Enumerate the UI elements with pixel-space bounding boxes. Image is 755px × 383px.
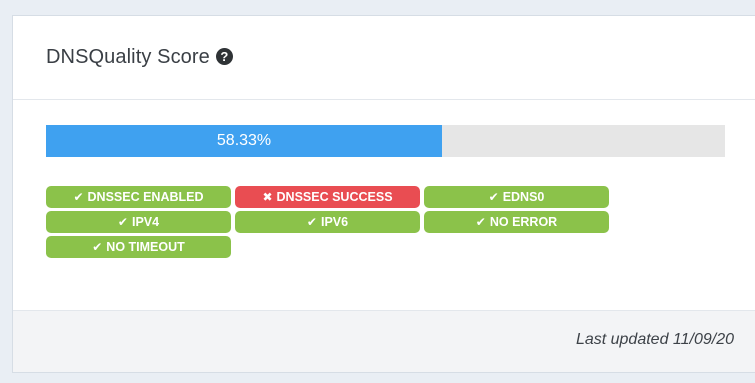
badge-label: NO ERROR	[489, 215, 558, 229]
check-icon: ✔	[117, 215, 128, 229]
badge-ipv6: ✔ IPV6	[235, 211, 420, 233]
card-title: DNSQuality Score	[46, 46, 210, 68]
check-icon: ✔	[475, 215, 486, 229]
question-circle-icon[interactable]: ?	[215, 48, 233, 65]
check-badges: ✔ DNSSEC ENABLED ✖ DNSSEC SUCCESS ✔ EDNS0 ✔…	[46, 186, 609, 258]
score-progress-fill: 58.33%	[46, 125, 443, 157]
card-body: 58.33% ✔ DNSSEC ENABLED ✖ DNSSEC SUCCESS ✔…	[13, 100, 755, 312]
score-progress-label: 58.33%	[216, 132, 272, 149]
badge-label: EDNS0	[502, 190, 545, 204]
badge-dnssec-enabled: ✔ DNSSEC ENABLED	[46, 186, 231, 208]
badge-dnssec-success: ✖ DNSSEC SUCCESS	[235, 186, 420, 208]
badge-label: NO TIMEOUT	[106, 240, 185, 254]
badge-label: IPV4	[131, 215, 160, 229]
dns-quality-card: DNSQuality Score ? 58.33% ✔ DNSSEC ENABLE…	[12, 15, 755, 373]
check-icon: ✔	[73, 190, 84, 204]
card-header: DNSQuality Score ?	[13, 16, 755, 100]
x-icon: ✖	[262, 190, 273, 204]
badge-label: IPV6	[320, 215, 349, 229]
badge-no-error: ✔ NO ERROR	[424, 211, 609, 233]
badge-edns0: ✔ EDNS0	[424, 186, 609, 208]
badge-no-timeout: ✔ NO TIMEOUT	[46, 236, 231, 258]
badge-label: DNSSEC SUCCESS	[276, 190, 393, 204]
check-icon: ✔	[488, 190, 499, 204]
badge-label: DNSSEC ENABLED	[87, 190, 204, 204]
check-icon: ✔	[92, 240, 103, 254]
last-updated-text: Last updated 11/09/20	[575, 331, 734, 348]
badge-ipv4: ✔ IPV4	[46, 211, 231, 233]
page-background: DNSQuality Score ? 58.33% ✔ DNSSEC ENABLE…	[0, 0, 755, 383]
card-footer: Last updated 11/09/20	[13, 310, 755, 372]
check-icon: ✔	[306, 215, 317, 229]
score-progress-bar: 58.33%	[46, 125, 725, 157]
